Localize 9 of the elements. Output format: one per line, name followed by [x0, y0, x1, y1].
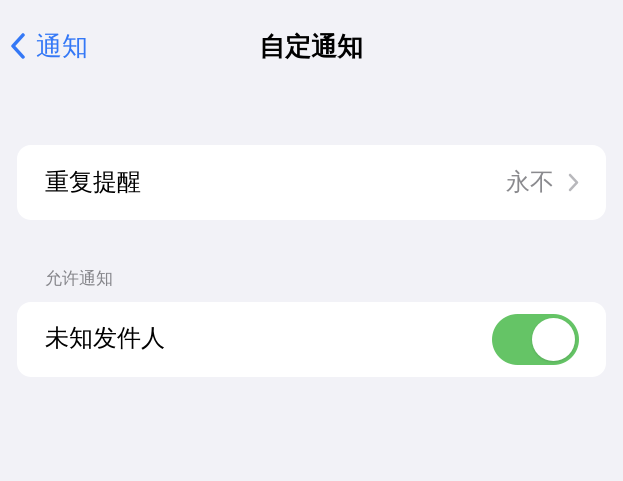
- chevron-left-icon: [10, 32, 26, 60]
- row-label: 未知发件人: [45, 324, 166, 354]
- section-header: 允许通知: [44, 268, 114, 290]
- chevron-icon: [568, 173, 579, 192]
- row-value: 永不: [506, 168, 554, 198]
- row-label: 重复提醒: [45, 168, 142, 198]
- page-title: 自定通知: [260, 30, 364, 62]
- toggle-switch[interactable]: [492, 314, 579, 364]
- back-button[interactable]: 通知: [0, 26, 88, 66]
